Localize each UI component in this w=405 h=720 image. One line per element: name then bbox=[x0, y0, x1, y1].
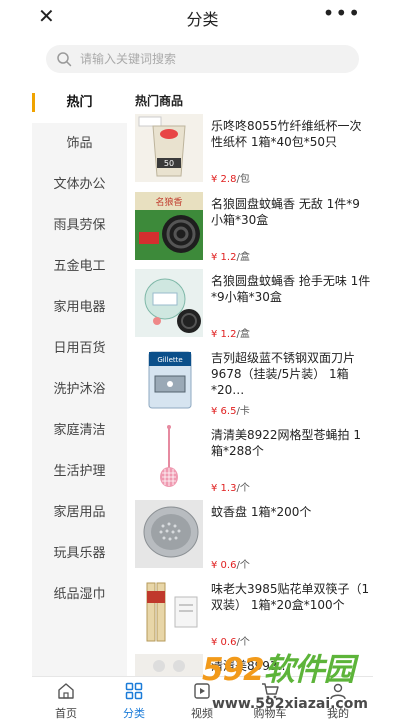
tab-category[interactable]: 分类 bbox=[100, 677, 168, 720]
product-item[interactable]: 名狼香 名狼圆盘蚊蝇香 无敌 1件*9小箱*30盒 ¥ 1.2/盒 bbox=[135, 192, 373, 269]
sidebar-item-label: 纸品湿巾 bbox=[53, 587, 106, 602]
thumbnail-text: 名狼香 bbox=[155, 196, 182, 208]
product-thumbnail bbox=[135, 500, 203, 568]
product-price: ¥ 0.6/个 bbox=[211, 560, 250, 571]
product-thumbnail: 名狼香 bbox=[135, 192, 203, 260]
home-icon bbox=[58, 683, 74, 699]
tab-label: 分类 bbox=[123, 707, 145, 720]
product-item[interactable]: 蚊香盘 1箱*200个 ¥ 0.6/个 bbox=[135, 500, 373, 577]
product-item[interactable]: 味老大3985贴花单双筷子（1双装） 1箱*20盒*100个 ¥ 0.6/个 bbox=[135, 577, 373, 654]
tab-home[interactable]: 首页 bbox=[32, 677, 100, 720]
product-item[interactable]: 50 乐咚咚8055竹纤维纸杯一次性纸杯 1箱*40包*50只 ¥ 2.8/包 bbox=[135, 114, 373, 191]
section-title: 热门商品 bbox=[135, 94, 184, 108]
product-name: 味老大3985贴花单双筷子（1双装） 1箱*20盒*100个 bbox=[211, 582, 370, 612]
product-name: 名狼圆盘蚊蝇香 无敌 1件*9小箱*30盒 bbox=[211, 197, 360, 227]
product-list-panel: 热门商品 50 乐咚咚8055竹纤维纸杯一次性纸杯 1箱*40包*50只 ¥ 2… bbox=[127, 82, 373, 676]
sidebar-item-label: 五金电工 bbox=[53, 259, 106, 274]
product-thumbnail bbox=[135, 269, 203, 337]
tab-label: 首页 bbox=[55, 707, 77, 720]
sidebar-item-rain-gear[interactable]: 雨具劳保 bbox=[32, 205, 127, 246]
product-price: ¥ 1.2/盒 bbox=[211, 252, 250, 263]
sidebar-item-hardware[interactable]: 五金电工 bbox=[32, 246, 127, 287]
sidebar-item-label: 家庭清洁 bbox=[53, 423, 106, 438]
product-name: 名狼圆盘蚊蝇香 抢手无味 1件*9小箱*30盒 bbox=[211, 274, 371, 304]
sidebar-item-label: 生活护理 bbox=[53, 464, 106, 479]
product-thumbnail bbox=[135, 577, 203, 645]
product-item[interactable]: Gillette 吉列超级蓝不锈钢双面刀片9678（挂装/5片装） 1箱*20…… bbox=[135, 346, 373, 423]
sidebar-item-bath[interactable]: 洗护沐浴 bbox=[32, 369, 127, 410]
search-box[interactable] bbox=[46, 45, 359, 73]
sidebar-item-stationery[interactable]: 文体办公 bbox=[32, 164, 127, 205]
sidebar-item-toys[interactable]: 玩具乐器 bbox=[32, 533, 127, 574]
category-grid-icon bbox=[125, 682, 143, 700]
product-price: ¥ 2.8/包 bbox=[211, 174, 250, 185]
search-icon bbox=[57, 52, 72, 67]
product-thumbnail: 50 bbox=[135, 114, 203, 182]
sidebar-item-label: 饰品 bbox=[66, 136, 93, 151]
sidebar-item-label: 文体办公 bbox=[53, 177, 106, 192]
product-thumbnail: Gillette bbox=[135, 346, 203, 414]
product-price: ¥ 1.3/个 bbox=[211, 483, 250, 494]
sidebar-item-cleaning[interactable]: 家庭清洁 bbox=[32, 410, 127, 451]
product-item[interactable]: 清清美8922网格型苍蝇拍 1箱*288个 ¥ 1.3/个 bbox=[135, 423, 373, 500]
sidebar-item-label: 家居用品 bbox=[53, 505, 106, 520]
product-name: 清清美8922网格型苍蝇拍 1箱*288个 bbox=[211, 428, 361, 458]
thumbnail-text: 50 bbox=[164, 159, 174, 168]
sidebar-item-label: 家用电器 bbox=[53, 300, 106, 315]
product-thumbnail bbox=[135, 423, 203, 491]
more-dots-icon[interactable]: ••• bbox=[323, 2, 361, 24]
sidebar-item-hot[interactable]: 热门 bbox=[32, 82, 127, 123]
sidebar-item-label: 热门 bbox=[66, 95, 93, 110]
sidebar-item-accessories[interactable]: 饰品 bbox=[32, 123, 127, 164]
search-bar bbox=[32, 40, 373, 78]
category-sidebar: 热门 饰品 文体办公 雨具劳保 五金电工 家用电器 日用百货 洗护沐浴 家庭清洁… bbox=[32, 82, 127, 676]
watermark-url: www.592xiazai.com bbox=[212, 696, 368, 712]
product-price: ¥ 6.5/卡 bbox=[211, 406, 250, 417]
product-item[interactable]: 名狼圆盘蚊蝇香 抢手无味 1件*9小箱*30盒 ¥ 1.2/盒 bbox=[135, 269, 373, 346]
thumbnail-text: Gillette bbox=[157, 356, 182, 364]
product-name: 乐咚咚8055竹纤维纸杯一次性纸杯 1箱*40包*50只 bbox=[211, 119, 362, 149]
sidebar-item-label: 玩具乐器 bbox=[53, 546, 106, 561]
product-price: ¥ 1.2/盒 bbox=[211, 329, 250, 340]
sidebar-item-personal-care[interactable]: 生活护理 bbox=[32, 451, 127, 492]
watermark-logo: 592软件园 bbox=[202, 652, 355, 688]
sidebar-item-label: 日用百货 bbox=[53, 341, 106, 356]
sidebar-item-label: 洗护沐浴 bbox=[53, 382, 106, 397]
product-thumbnail bbox=[135, 654, 203, 676]
site-watermark: 592软件园 www.592xiazai.com bbox=[200, 644, 405, 720]
product-name: 吉列超级蓝不锈钢双面刀片9678（挂装/5片装） 1箱*20… bbox=[211, 351, 356, 397]
sidebar-item-paper[interactable]: 纸品湿巾 bbox=[32, 574, 127, 615]
sidebar-item-appliances[interactable]: 家用电器 bbox=[32, 287, 127, 328]
product-name: 蚊香盘 1箱*200个 bbox=[211, 505, 312, 519]
top-bar: ✕ 分类 ••• bbox=[0, 0, 405, 34]
sidebar-item-label: 雨具劳保 bbox=[53, 218, 106, 233]
sidebar-item-daily-goods[interactable]: 日用百货 bbox=[32, 328, 127, 369]
sidebar-item-home[interactable]: 家居用品 bbox=[32, 492, 127, 533]
search-input[interactable] bbox=[80, 49, 340, 69]
